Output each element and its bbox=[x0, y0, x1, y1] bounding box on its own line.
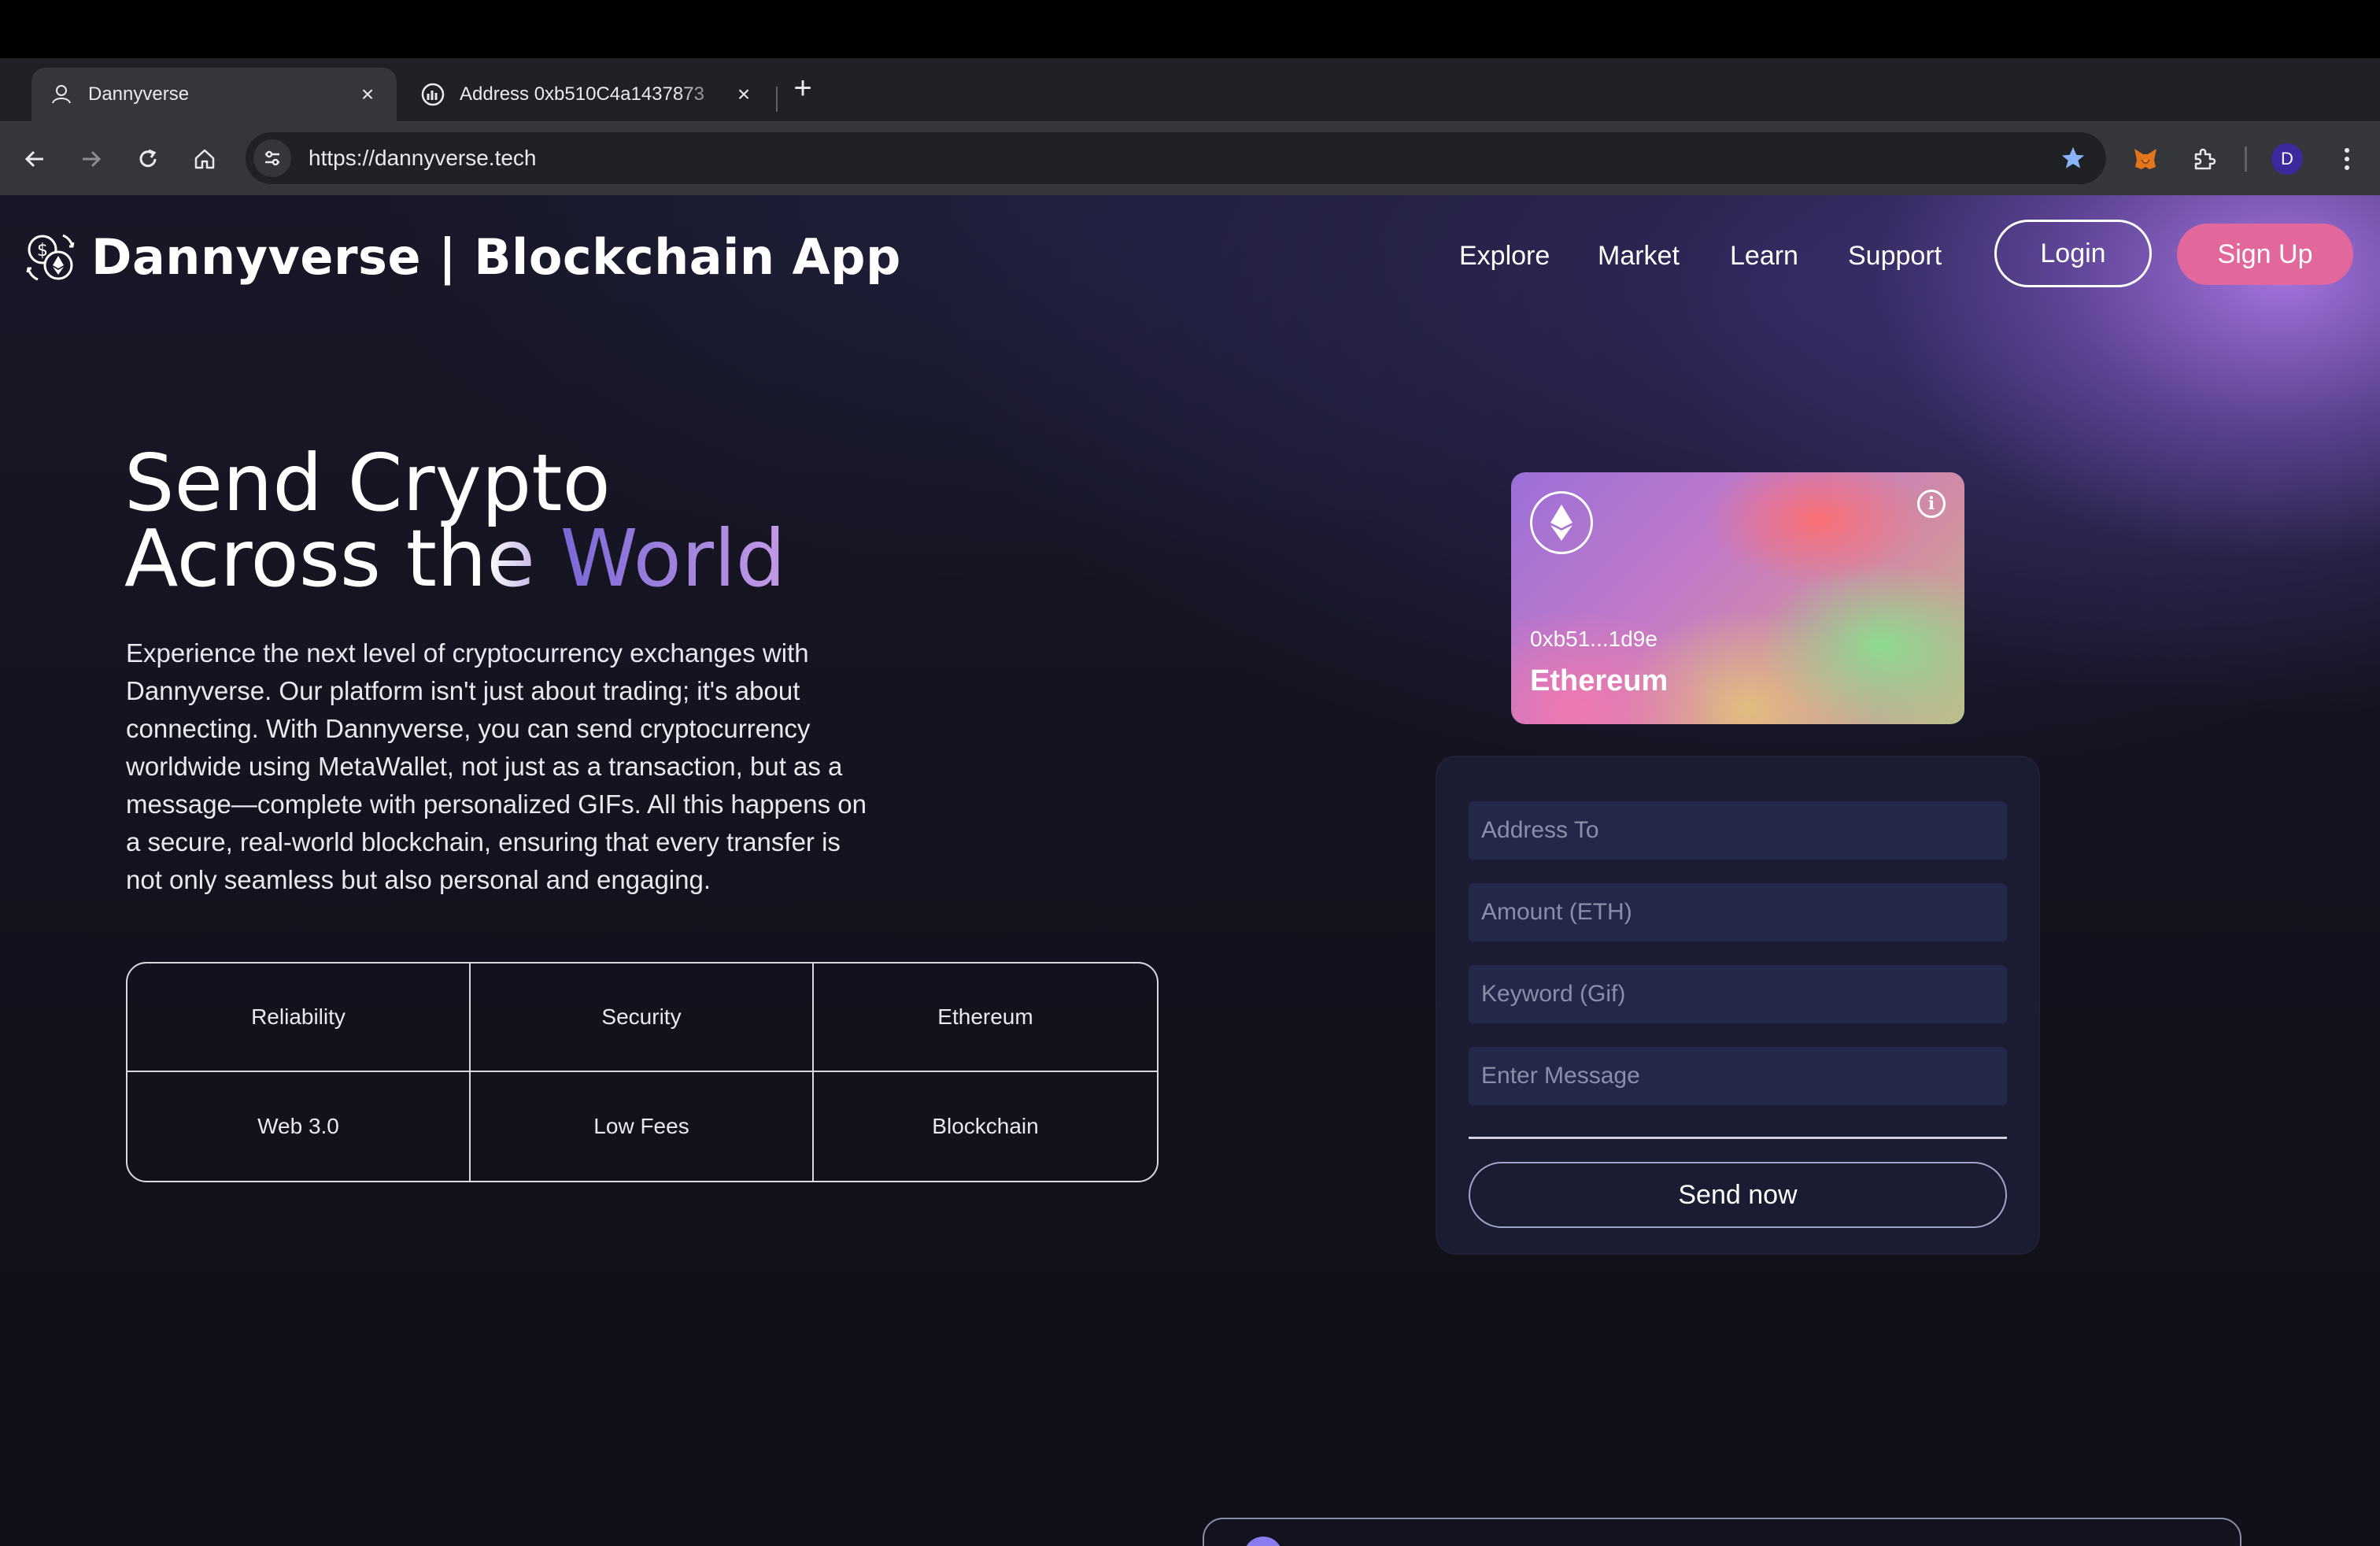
new-tab-button[interactable]: + bbox=[789, 72, 817, 104]
home-icon bbox=[194, 149, 215, 169]
address-bar[interactable]: https://dannyverse.tech bbox=[246, 132, 2106, 184]
hero-title-accent: World bbox=[560, 512, 786, 605]
reload-icon bbox=[139, 149, 157, 168]
arrow-right-icon bbox=[83, 150, 102, 168]
toolbar-separator bbox=[2245, 146, 2247, 172]
features-grid: Reliability Security Ethereum Web 3.0 Lo… bbox=[126, 962, 1159, 1182]
more-menu-icon[interactable] bbox=[2326, 139, 2367, 179]
feature-blockchain: Blockchain bbox=[932, 1114, 1039, 1138]
send-now-button[interactable]: Send now bbox=[1469, 1162, 2007, 1228]
profile-avatar[interactable]: D bbox=[2271, 143, 2303, 175]
hero-description: Experience the next level of cryptocurre… bbox=[126, 638, 867, 894]
tab-title: Dannyverse bbox=[88, 83, 190, 105]
tab-close-icon[interactable]: × bbox=[732, 82, 756, 106]
wallet-address: 0xb51...1d9e bbox=[1530, 627, 1658, 651]
feature-low-fees: Low Fees bbox=[471, 1072, 814, 1181]
keyword-gif-input[interactable] bbox=[1469, 965, 2007, 1023]
network-name: Ethereum bbox=[1530, 664, 1669, 697]
home-button[interactable] bbox=[184, 139, 225, 179]
feature-security: Security bbox=[471, 963, 814, 1072]
arrow-left-icon bbox=[24, 150, 43, 168]
nav-support[interactable]: Support bbox=[1848, 241, 1942, 272]
signup-button[interactable]: Sign Up bbox=[2177, 224, 2353, 285]
site-brand[interactable]: $ Dannyverse | Blockchain App bbox=[24, 228, 901, 286]
message-input[interactable] bbox=[1469, 1047, 2007, 1105]
nav-learn[interactable]: Learn bbox=[1730, 241, 1798, 272]
etherscan-favicon-icon bbox=[420, 82, 445, 107]
form-divider bbox=[1469, 1137, 2007, 1139]
nav-explore[interactable]: Explore bbox=[1459, 241, 1550, 272]
system-top-bar bbox=[0, 0, 2380, 58]
transaction-card-preview bbox=[1203, 1518, 2241, 1546]
hero-title-line2b: he bbox=[436, 512, 560, 605]
login-button[interactable]: Login bbox=[1994, 220, 2152, 287]
bookmark-star-icon[interactable] bbox=[2054, 139, 2092, 177]
feature-reliability: Reliability bbox=[128, 963, 471, 1072]
metamask-extension-icon[interactable] bbox=[2125, 139, 2166, 179]
hero-title: Send Crypto Across the World bbox=[124, 444, 785, 598]
info-icon[interactable]: i bbox=[1917, 490, 1946, 518]
back-button[interactable] bbox=[14, 139, 55, 179]
tab-strip: Dannyverse × Address 0xb510C4a1437873 × bbox=[0, 58, 2380, 167]
ethereum-icon bbox=[1530, 491, 1593, 554]
amount-input[interactable] bbox=[1469, 883, 2007, 941]
tab-separator bbox=[776, 87, 778, 112]
site-settings-icon[interactable] bbox=[253, 139, 291, 177]
tab-title: Address 0xb510C4a1437873 bbox=[460, 83, 704, 105]
tab-etherscan[interactable]: Address 0xb510C4a1437873 × bbox=[403, 68, 773, 121]
extensions-puzzle-icon[interactable] bbox=[2183, 139, 2224, 179]
send-form: Send now bbox=[1437, 757, 2038, 1253]
forward-button[interactable] bbox=[71, 139, 112, 179]
tab-dannyverse[interactable]: Dannyverse × bbox=[31, 68, 397, 121]
hero-title-line2a: Across t bbox=[124, 512, 437, 605]
tab-close-icon[interactable]: × bbox=[356, 82, 379, 106]
nav-market[interactable]: Market bbox=[1598, 241, 1680, 272]
avatar bbox=[1244, 1537, 1283, 1546]
feature-web3: Web 3.0 bbox=[128, 1072, 471, 1181]
brand-name: Dannyverse | Blockchain App bbox=[91, 228, 901, 286]
dannyverse-favicon-icon bbox=[49, 82, 74, 107]
reload-button[interactable] bbox=[128, 139, 168, 179]
browser-toolbar: https://dannyverse.tech D bbox=[0, 121, 2380, 195]
crypto-exchange-logo-icon: $ bbox=[26, 234, 75, 280]
url-text[interactable]: https://dannyverse.tech bbox=[309, 146, 2054, 171]
feature-ethereum: Ethereum bbox=[814, 963, 1157, 1072]
address-to-input[interactable] bbox=[1469, 801, 2007, 860]
ethereum-card: i 0xb51...1d9e Ethereum bbox=[1511, 472, 1964, 724]
page-content: $ Dannyverse | Blockchain App Explore Ma… bbox=[0, 195, 2380, 1546]
